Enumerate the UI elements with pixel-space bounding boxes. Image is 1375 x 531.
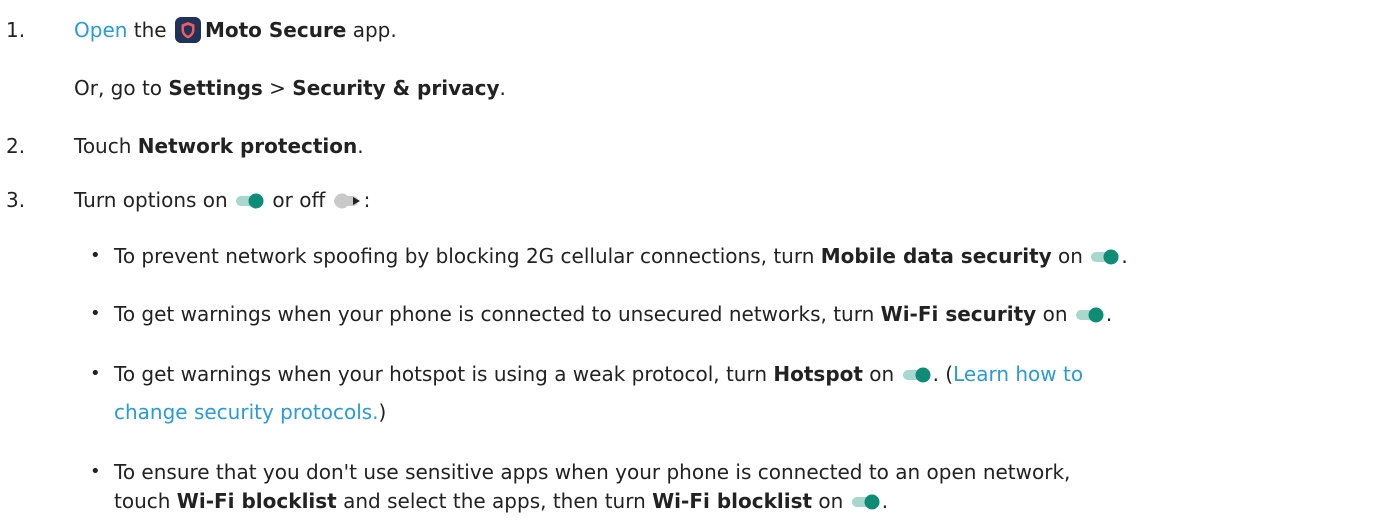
toggle-on-icon	[902, 367, 931, 383]
step-1-text: Open the Moto Secure app.	[74, 17, 397, 43]
step-3-number: 3.	[6, 188, 26, 212]
step-2-text: Touch Network protection.	[74, 134, 364, 158]
open-app-link[interactable]: Open	[74, 18, 127, 42]
learn-protocols-link[interactable]: Learn how to	[953, 362, 1083, 386]
bullet-dot: •	[90, 303, 101, 324]
hotspot-label: Hotspot	[773, 362, 863, 386]
step-1-alternative: Or, go to Settings > Security & privacy.	[74, 76, 506, 100]
toggle-on-icon	[851, 494, 880, 510]
bullet-dot: •	[90, 245, 101, 266]
toggle-on-icon	[1075, 307, 1104, 323]
network-protection-label: Network protection	[137, 134, 358, 158]
moto-secure-shield-icon	[174, 17, 201, 43]
wifi-security-label: Wi-Fi security	[880, 302, 1037, 326]
step-1-number: 1.	[6, 18, 26, 42]
security-privacy-label: Security & privacy	[292, 76, 500, 100]
step-3-text: Turn options on or off :	[74, 188, 371, 212]
wifi-blocklist-label: Wi-Fi blocklist	[652, 489, 813, 513]
toggle-on-icon	[236, 193, 264, 209]
list-item-continuation: touch Wi-Fi blocklist and select the app…	[114, 489, 889, 513]
bullet-dot: •	[90, 461, 101, 482]
learn-protocols-link-continued[interactable]: change security protocols.	[114, 400, 379, 424]
bullet-dot: •	[90, 363, 101, 384]
settings-label: Settings	[168, 76, 263, 100]
toggle-on-icon	[1091, 249, 1119, 265]
mobile-data-security-label: Mobile data security	[820, 244, 1052, 268]
step-2-number: 2.	[6, 134, 26, 158]
app-name: Moto Secure	[204, 18, 347, 42]
toggle-off-icon	[333, 193, 360, 209]
wifi-blocklist-label: Wi-Fi blocklist	[176, 489, 337, 513]
list-item-continuation: change security protocols.)	[114, 400, 387, 424]
